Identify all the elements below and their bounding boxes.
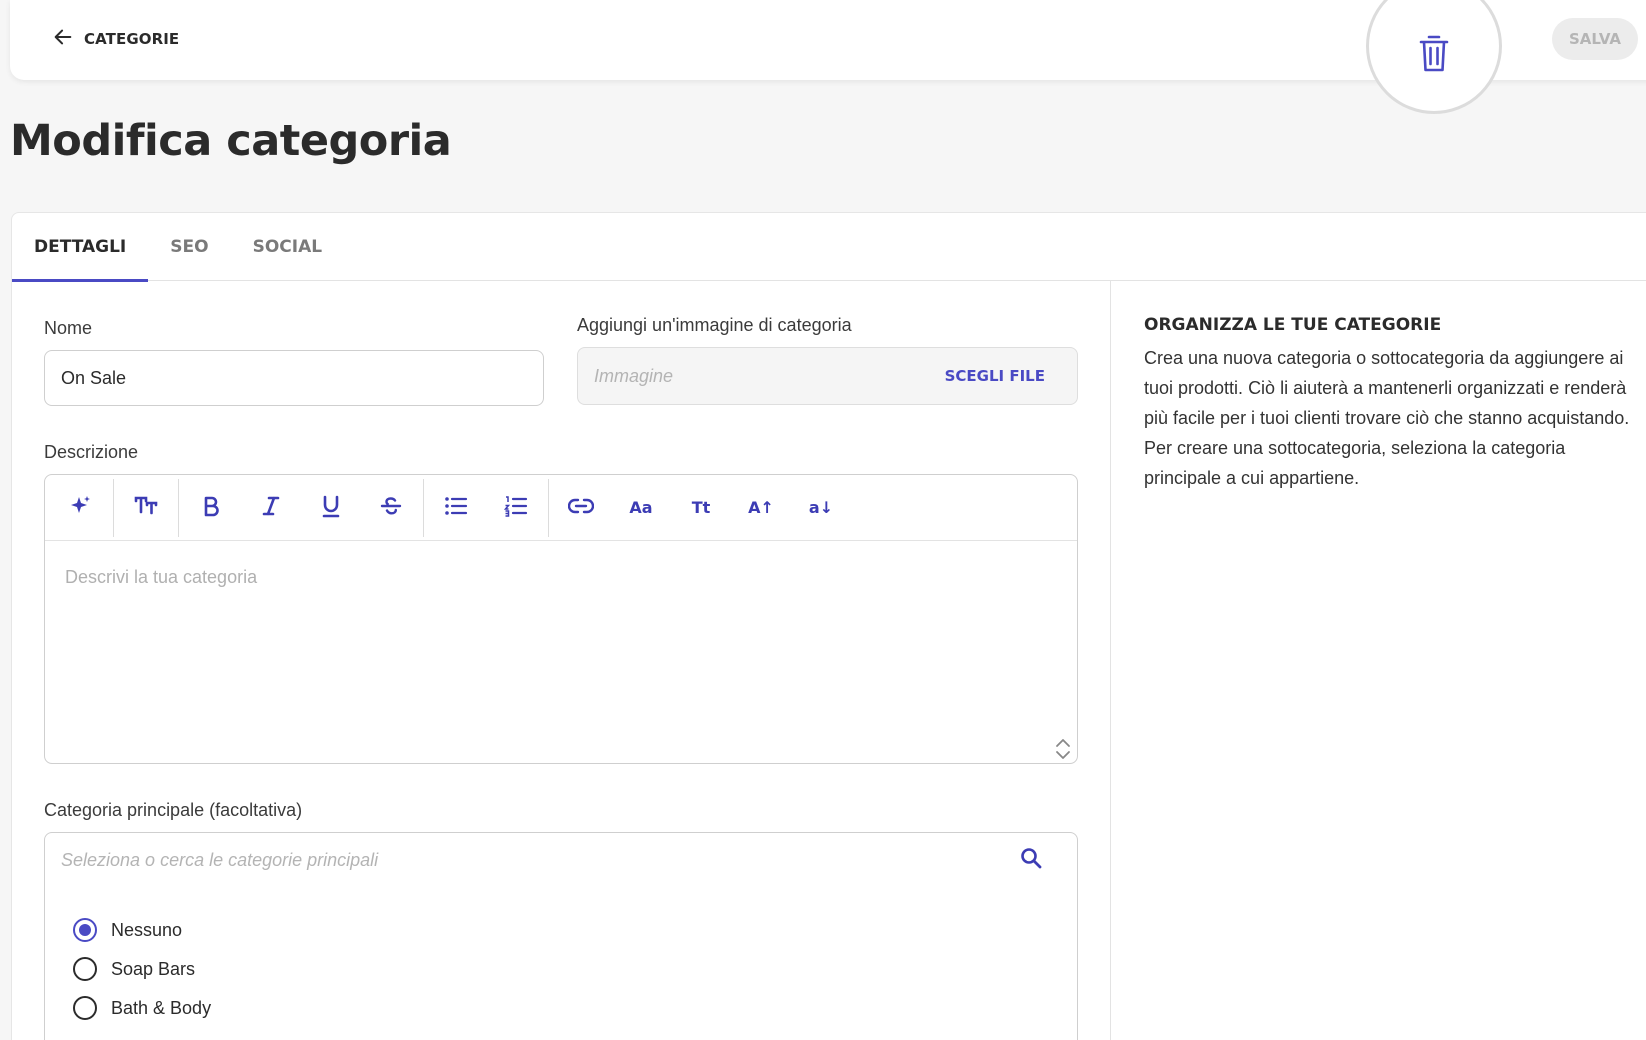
parent-category-search-input[interactable]: Seleziona o cerca le categorie principal… xyxy=(44,832,1078,888)
description-label: Descrizione xyxy=(44,442,139,462)
save-button[interactable]: SALVA xyxy=(1552,18,1638,60)
italic-icon xyxy=(262,495,280,521)
name-label: Nome xyxy=(44,318,93,338)
parent-category-label: Categoria principale (facoltativa) xyxy=(44,800,303,820)
search-icon[interactable] xyxy=(1019,846,1043,875)
parent-option-none[interactable]: Nessuno xyxy=(73,915,182,945)
back-to-categories-link[interactable]: CATEGORIE xyxy=(52,24,179,54)
link-icon xyxy=(567,498,595,518)
numbered-list-button[interactable] xyxy=(486,485,546,531)
resize-handle-icon[interactable] xyxy=(1053,737,1073,761)
parent-search-placeholder: Seleziona o cerca le categorie principal… xyxy=(61,849,379,870)
image-file-input[interactable]: Immagine SCEGLI FILE xyxy=(577,347,1078,405)
delete-button[interactable] xyxy=(1366,0,1502,114)
parent-option-label: Soap Bars xyxy=(111,958,196,979)
decrease-font-button[interactable]: a↓ xyxy=(791,485,851,531)
case-toggle-button[interactable]: Aa xyxy=(611,485,671,531)
underline-icon xyxy=(321,494,341,522)
toolbar-separator xyxy=(548,478,549,537)
radio-checked-icon xyxy=(73,918,97,942)
trash-icon xyxy=(1418,34,1450,79)
description-textarea-placeholder: Descrivi la tua categoria xyxy=(65,567,258,587)
bold-button[interactable] xyxy=(181,485,241,531)
parent-option-label: Bath & Body xyxy=(111,997,212,1018)
image-placeholder: Immagine xyxy=(594,365,674,386)
tab-seo[interactable]: SEO xyxy=(148,213,230,281)
numbered-list-icon xyxy=(503,495,528,521)
italic-button[interactable] xyxy=(241,485,301,531)
toolbar-separator xyxy=(423,478,424,537)
panel-divider xyxy=(1110,281,1111,1040)
toolbar-separator xyxy=(178,478,179,537)
help-title: ORGANIZZA LE TUE CATEGORIE xyxy=(1144,315,1442,335)
parent-option-label: Nessuno xyxy=(111,919,183,940)
parent-option-soap-bars[interactable]: Soap Bars xyxy=(73,954,195,984)
tab-social[interactable]: SOCIAL xyxy=(231,213,345,281)
page-title: Modifica categoria xyxy=(10,116,452,166)
choose-file-button[interactable]: SCEGLI FILE xyxy=(945,367,1045,385)
text-size-icon xyxy=(134,495,158,521)
tab-details[interactable]: DETTAGLI xyxy=(12,213,149,282)
bullet-list-icon xyxy=(444,495,468,521)
parent-category-list: Nessuno Soap Bars Bath & Body xyxy=(44,887,1078,1040)
tab-bar: DETTAGLI SEO SOCIAL xyxy=(12,213,1646,282)
radio-unchecked-icon xyxy=(73,996,97,1020)
increase-font-button[interactable]: A↑ xyxy=(731,485,791,531)
toolbar-separator xyxy=(113,478,114,537)
editor-toolbar: Aa Tt A↑ a↓ xyxy=(45,475,1077,541)
text-size-button[interactable] xyxy=(116,485,176,531)
back-link-label: CATEGORIE xyxy=(84,30,180,48)
underline-button[interactable] xyxy=(301,485,361,531)
bold-icon xyxy=(202,495,220,521)
name-input[interactable]: On Sale xyxy=(44,350,544,406)
strikethrough-button[interactable] xyxy=(361,485,421,531)
arrow-left-icon xyxy=(52,26,74,53)
name-input-value: On Sale xyxy=(61,367,127,388)
ai-sparkle-button[interactable] xyxy=(51,485,111,531)
sparkle-icon xyxy=(69,494,93,522)
strikethrough-icon xyxy=(379,494,403,522)
image-label: Aggiungi un'immagine di categoria xyxy=(577,315,852,335)
description-editor: Aa Tt A↑ a↓ Descrivi la tua categoria xyxy=(44,474,1078,764)
parent-option-bath-body[interactable]: Bath & Body xyxy=(73,993,211,1023)
title-case-button[interactable]: Tt xyxy=(671,485,731,531)
bullet-list-button[interactable] xyxy=(426,485,486,531)
link-button[interactable] xyxy=(551,485,611,531)
radio-unchecked-icon xyxy=(73,957,97,981)
help-text: Crea una nuova categoria o sottocategori… xyxy=(1144,348,1630,488)
